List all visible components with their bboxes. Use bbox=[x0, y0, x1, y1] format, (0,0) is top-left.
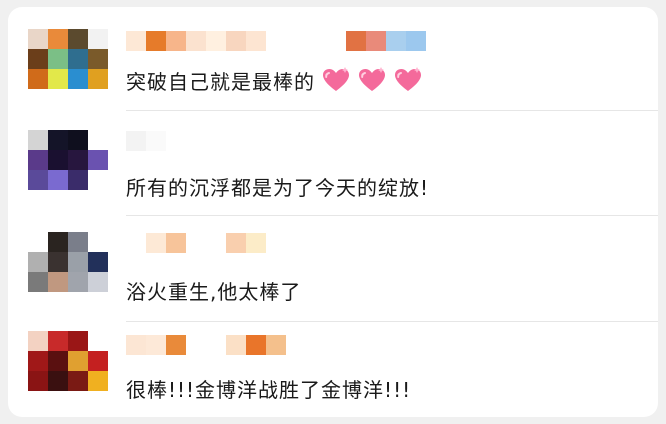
comment-card: 突破自己就是最棒的 所有的沉浮都是为了今天的绽放! 浴火重生,他太棒了 很棒!!… bbox=[8, 7, 658, 417]
comment-text-row: 所有的沉浮都是为了今天的绽放! bbox=[126, 171, 429, 201]
comment-text: 很棒!!!金博洋战胜了金博洋!!! bbox=[126, 377, 412, 402]
comment-text: 所有的沉浮都是为了今天的绽放! bbox=[126, 175, 430, 200]
divider bbox=[126, 215, 658, 216]
avatar[interactable] bbox=[28, 130, 108, 210]
comment-text-row: 突破自己就是最棒的 bbox=[126, 65, 423, 95]
username-pixelated[interactable] bbox=[126, 335, 286, 355]
divider bbox=[126, 321, 658, 322]
comment-text-row: 浴火重生,他太棒了 bbox=[126, 275, 301, 305]
avatar[interactable] bbox=[28, 331, 108, 411]
username-pixelated[interactable] bbox=[126, 31, 426, 51]
sparkle-heart-icon bbox=[357, 67, 387, 93]
comment-text: 突破自己就是最棒的 bbox=[126, 69, 315, 94]
username-pixelated[interactable] bbox=[126, 131, 166, 151]
avatar[interactable] bbox=[28, 29, 108, 109]
sparkle-heart-icon bbox=[321, 67, 351, 93]
sparkle-heart-icon bbox=[393, 67, 423, 93]
comment-text: 浴火重生,他太棒了 bbox=[126, 279, 302, 304]
comment-text-row: 很棒!!!金博洋战胜了金博洋!!! bbox=[126, 373, 411, 403]
username-pixelated[interactable] bbox=[126, 233, 266, 253]
avatar[interactable] bbox=[28, 232, 108, 312]
divider bbox=[126, 110, 658, 111]
